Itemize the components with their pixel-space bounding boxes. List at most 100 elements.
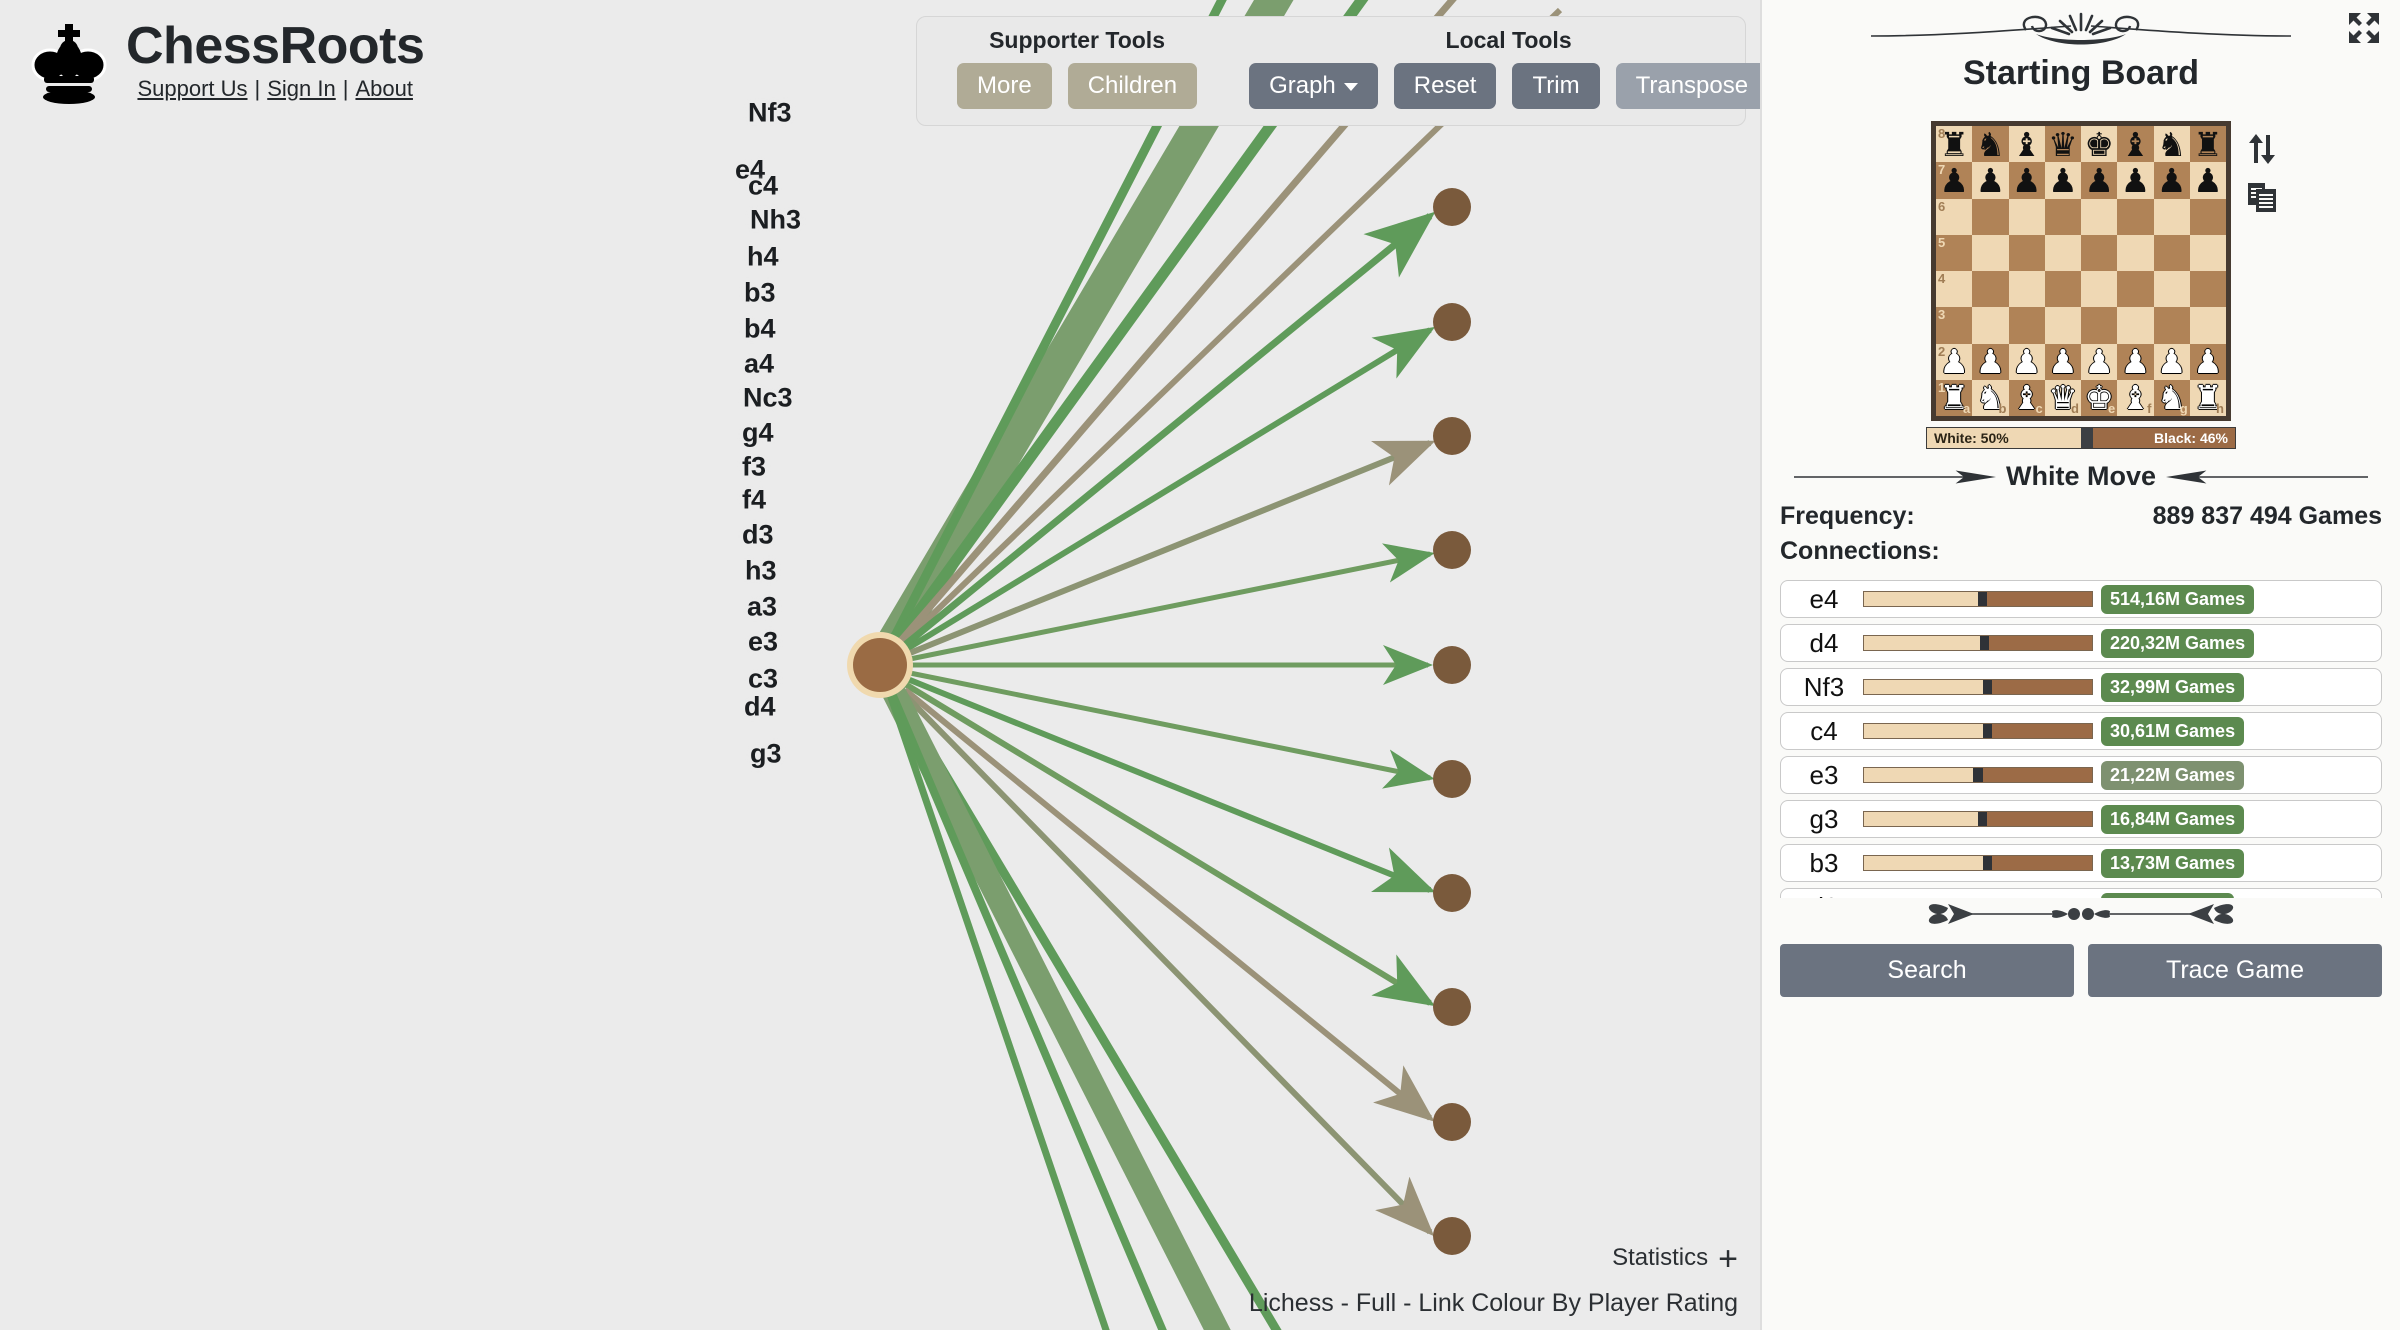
board-square-d8[interactable]: ♛ [2045,126,2081,162]
board-square-h1[interactable]: h♜ [2190,380,2226,416]
board-square-f8[interactable]: ♝ [2117,126,2153,162]
board-square-f5[interactable] [2117,235,2153,271]
board-square-a2[interactable]: 2♟ [1936,344,1972,380]
copy-fen-icon[interactable] [2247,181,2277,213]
opening-tree-graph[interactable] [0,0,1760,1330]
board-square-h4[interactable] [2190,271,2226,307]
link-about[interactable]: About [355,76,413,102]
board-square-a4[interactable]: 4 [1936,271,1972,307]
children-button[interactable]: Children [1068,63,1197,109]
piece-b: ♝ [2012,128,2042,161]
board-square-f3[interactable] [2117,307,2153,343]
board-square-c7[interactable]: ♟ [2009,162,2045,198]
piece-n: ♞ [2157,128,2187,161]
board-square-e1[interactable]: e♚ [2081,380,2117,416]
link-sign-in[interactable]: Sign In [267,76,336,102]
fullscreen-expand-icon[interactable] [2346,10,2382,46]
more-button[interactable]: More [957,63,1052,109]
connection-game-count: 13,73M Games [2101,849,2244,878]
board-square-g2[interactable]: ♟ [2154,344,2190,380]
board-square-c8[interactable]: ♝ [2009,126,2045,162]
board-square-e3[interactable] [2081,307,2117,343]
graph-root-node[interactable] [847,632,913,698]
board-square-f7[interactable]: ♟ [2117,162,2153,198]
board-square-h2[interactable]: ♟ [2190,344,2226,380]
board-square-f1[interactable]: f♝ [2117,380,2153,416]
board-square-b3[interactable] [1972,307,2008,343]
board-square-a1[interactable]: 1a♜ [1936,380,1972,416]
board-square-a3[interactable]: 3 [1936,307,1972,343]
connection-row[interactable]: b313,73M Games [1780,844,2382,882]
connection-row[interactable]: e4514,16M Games [1780,580,2382,618]
board-square-e7[interactable]: ♟ [2081,162,2117,198]
graph-child-nodes[interactable] [1433,188,1471,1255]
board-square-g3[interactable] [2154,307,2190,343]
board-square-g8[interactable]: ♞ [2154,126,2190,162]
board-square-d1[interactable]: d♛ [2045,380,2081,416]
board-square-h5[interactable] [2190,235,2226,271]
board-square-a8[interactable]: 8♜ [1936,126,1972,162]
board-square-b6[interactable] [1972,199,2008,235]
graph-canvas[interactable]: Nf3e4c4Nh3h4b3b4a4Nc3g4f3f4d3h3a3e3c3d4g… [0,0,1760,1330]
board-square-f2[interactable]: ♟ [2117,344,2153,380]
board-square-f6[interactable] [2117,199,2153,235]
board-square-e4[interactable] [2081,271,2117,307]
board-square-b8[interactable]: ♞ [1972,126,2008,162]
connection-row[interactable]: d4220,32M Games [1780,624,2382,662]
connection-winrate-bar [1863,591,2093,607]
connection-row[interactable]: Nf332,99M Games [1780,668,2382,706]
board-square-c2[interactable]: ♟ [2009,344,2045,380]
board-square-g5[interactable] [2154,235,2190,271]
connection-row[interactable]: g316,84M Games [1780,800,2382,838]
board-square-d5[interactable] [2045,235,2081,271]
board-square-a7[interactable]: 7♟ [1936,162,1972,198]
board-square-c5[interactable] [2009,235,2045,271]
board-square-c4[interactable] [2009,271,2045,307]
board-square-b2[interactable]: ♟ [1972,344,2008,380]
board-square-e8[interactable]: ♚ [2081,126,2117,162]
board-square-b1[interactable]: b♞ [1972,380,2008,416]
board-square-a5[interactable]: 5 [1936,235,1972,271]
link-support-us[interactable]: Support Us [137,76,247,102]
board-square-h7[interactable]: ♟ [2190,162,2226,198]
connection-row[interactable]: d38,78M Games [1780,888,2382,898]
board-square-g7[interactable]: ♟ [2154,162,2190,198]
board-square-e2[interactable]: ♟ [2081,344,2117,380]
board-square-g6[interactable] [2154,199,2190,235]
transpose-button[interactable]: Transpose [1616,63,1769,109]
board-square-g1[interactable]: g♞ [2154,380,2190,416]
flip-board-icon[interactable] [2247,133,2277,165]
board-square-e5[interactable] [2081,235,2117,271]
piece-b: ♝ [2121,128,2151,161]
board-square-c6[interactable] [2009,199,2045,235]
board-square-h3[interactable] [2190,307,2226,343]
board-square-b7[interactable]: ♟ [1972,162,2008,198]
board-square-d3[interactable] [2045,307,2081,343]
board-square-d2[interactable]: ♟ [2045,344,2081,380]
connection-row[interactable]: e321,22M Games [1780,756,2382,794]
board-square-e6[interactable] [2081,199,2117,235]
board-square-b4[interactable] [1972,271,2008,307]
trim-button[interactable]: Trim [1512,63,1599,109]
connection-winrate-bar [1863,811,2093,827]
board-square-c3[interactable] [2009,307,2045,343]
board-square-d6[interactable] [2045,199,2081,235]
reset-button[interactable]: Reset [1394,63,1497,109]
board-square-h6[interactable] [2190,199,2226,235]
connections-list[interactable]: e4514,16M Games d4220,32M Games Nf332,99M … [1780,580,2382,898]
graph-dropdown-button[interactable]: Graph [1249,63,1378,109]
trace-game-button[interactable]: Trace Game [2088,944,2382,997]
search-button[interactable]: Search [1780,944,2074,997]
board-square-h8[interactable]: ♜ [2190,126,2226,162]
winrate-segment-white [1864,680,1983,694]
board-square-f4[interactable] [2117,271,2153,307]
board-square-d7[interactable]: ♟ [2045,162,2081,198]
chess-board[interactable]: 8♜♞♝♛♚♝♞♜7♟♟♟♟♟♟♟♟65432♟♟♟♟♟♟♟♟1a♜b♞c♝d♛… [1931,121,2231,421]
board-square-a6[interactable]: 6 [1936,199,1972,235]
board-square-c1[interactable]: c♝ [2009,380,2045,416]
board-square-g4[interactable] [2154,271,2190,307]
connection-row[interactable]: c430,61M Games [1780,712,2382,750]
board-square-d4[interactable] [2045,271,2081,307]
statistics-toggle[interactable]: Statistics + [1612,1244,1738,1272]
board-square-b5[interactable] [1972,235,2008,271]
